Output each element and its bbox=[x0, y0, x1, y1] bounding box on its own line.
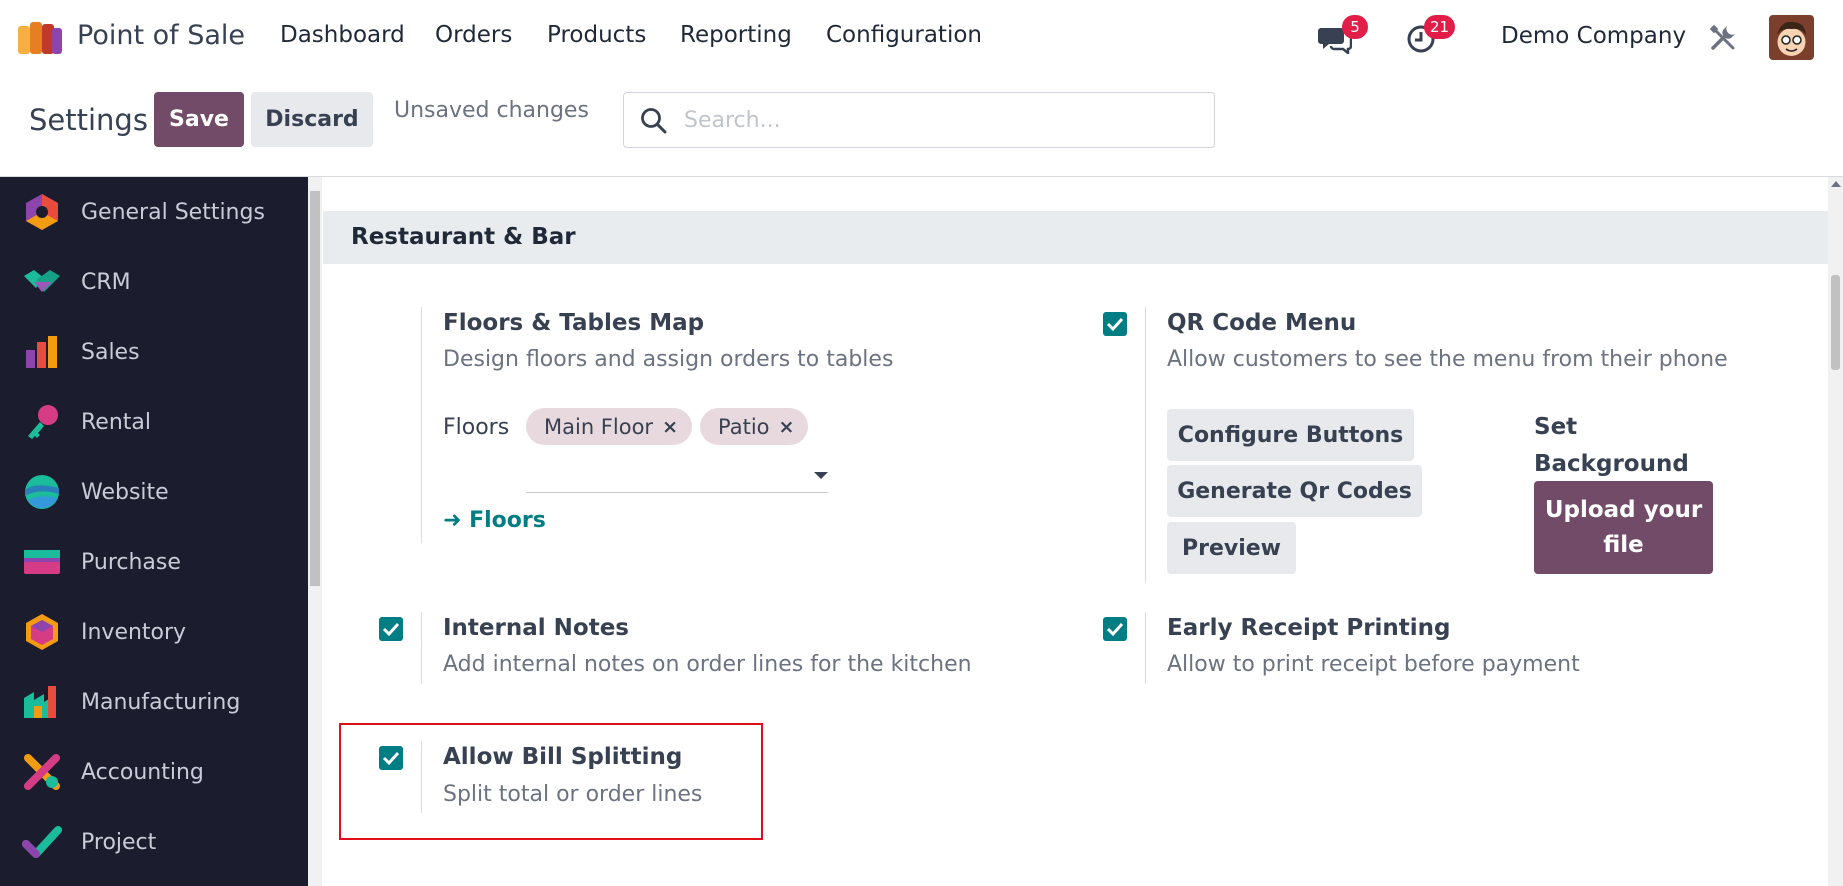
inventory-icon bbox=[26, 614, 58, 650]
sidebar-item-manufacturing[interactable]: Manufacturing bbox=[0, 672, 308, 732]
sidebar-item-general-settings[interactable]: General Settings bbox=[0, 182, 308, 242]
sidebar-item-label: Sales bbox=[81, 339, 140, 365]
arrow-right-icon: ➜ bbox=[443, 508, 470, 533]
sidebar-item-website[interactable]: Website bbox=[0, 462, 308, 522]
sidebar-item-label: Inventory bbox=[81, 619, 187, 645]
project-icon bbox=[22, 826, 62, 858]
scroll-up-icon[interactable] bbox=[1831, 181, 1841, 187]
sidebar-item-label: Project bbox=[81, 829, 157, 855]
setting-title-early-receipt: Early Receipt Printing bbox=[1167, 615, 1451, 641]
activities-badge: 21 bbox=[1424, 15, 1456, 39]
floors-label: Floors bbox=[443, 415, 510, 440]
sidebar-item-label: General Settings bbox=[81, 199, 265, 225]
tag-main-floor[interactable]: Main Floor × bbox=[526, 408, 692, 445]
crm-icon bbox=[24, 270, 60, 292]
top-navbar: Point of Sale Dashboard Orders Products … bbox=[0, 0, 1843, 75]
check-icon bbox=[1106, 317, 1124, 332]
general-settings-icon bbox=[26, 194, 58, 230]
tag-label: Patio bbox=[718, 414, 770, 439]
manufacturing-icon bbox=[24, 686, 56, 718]
qr-menu-checkbox[interactable] bbox=[1103, 312, 1127, 336]
app-name[interactable]: Point of Sale bbox=[77, 20, 245, 51]
unsaved-status: Unsaved changes bbox=[394, 98, 589, 123]
remove-tag-icon[interactable]: × bbox=[662, 416, 678, 438]
debug-tools-icon[interactable] bbox=[1709, 24, 1737, 52]
sidebar-item-sales[interactable]: Sales bbox=[0, 322, 308, 382]
remove-tag-icon[interactable]: × bbox=[779, 416, 795, 438]
menu-configuration[interactable]: Configuration bbox=[826, 22, 982, 48]
configure-buttons-button[interactable]: Configure Buttons bbox=[1167, 409, 1414, 461]
early-receipt-checkbox[interactable] bbox=[1103, 617, 1127, 641]
sidebar-item-rental[interactable]: Rental bbox=[0, 392, 308, 452]
upload-file-button[interactable]: Upload your file bbox=[1534, 481, 1713, 574]
check-icon bbox=[382, 622, 400, 637]
sidebar-item-crm[interactable]: CRM bbox=[0, 252, 308, 312]
sidebar-scrollbar[interactable] bbox=[308, 177, 322, 886]
menu-orders[interactable]: Orders bbox=[435, 22, 512, 48]
company-switcher[interactable]: Demo Company bbox=[1501, 23, 1686, 49]
search-icon bbox=[641, 108, 667, 134]
sales-icon bbox=[26, 336, 57, 368]
tag-label: Main Floor bbox=[544, 414, 654, 439]
page-title: Settings bbox=[29, 103, 148, 137]
sidebar-scrollbar-thumb[interactable] bbox=[310, 191, 320, 586]
search-box[interactable] bbox=[623, 92, 1215, 148]
sidebar-item-label: Rental bbox=[81, 409, 151, 435]
setting-divider bbox=[1145, 612, 1146, 684]
sidebar-item-project[interactable]: Project bbox=[0, 812, 308, 872]
tag-patio[interactable]: Patio × bbox=[700, 408, 809, 445]
setting-divider bbox=[421, 307, 422, 543]
content-scrollbar[interactable] bbox=[1828, 177, 1843, 886]
internal-notes-checkbox[interactable] bbox=[379, 617, 403, 641]
setting-desc-internal-notes: Add internal notes on order lines for th… bbox=[443, 652, 972, 677]
discard-button[interactable]: Discard bbox=[251, 92, 373, 147]
accounting-icon bbox=[24, 754, 60, 790]
setting-desc-floors-tables: Design floors and assign orders to table… bbox=[443, 347, 894, 372]
website-icon bbox=[25, 475, 59, 509]
menu-reporting[interactable]: Reporting bbox=[680, 22, 792, 48]
sidebar-item-purchase[interactable]: Purchase bbox=[0, 532, 308, 592]
setting-divider bbox=[1145, 307, 1146, 583]
floors-link-label: Floors bbox=[469, 508, 546, 533]
highlight-annotation-box bbox=[339, 723, 763, 840]
setting-divider bbox=[421, 612, 422, 684]
sidebar-item-accounting[interactable]: Accounting bbox=[0, 742, 308, 802]
sidebar-item-label: Website bbox=[81, 479, 169, 505]
rental-icon bbox=[28, 405, 58, 439]
chevron-down-icon[interactable] bbox=[814, 472, 828, 479]
settings-sidebar: General Settings CRM Sales Rental Websit… bbox=[0, 177, 308, 886]
save-button[interactable]: Save bbox=[154, 92, 244, 147]
setting-title-floors-tables: Floors & Tables Map bbox=[443, 310, 705, 336]
preview-button[interactable]: Preview bbox=[1167, 522, 1296, 574]
user-avatar[interactable] bbox=[1769, 15, 1814, 60]
search-input[interactable] bbox=[684, 103, 1204, 137]
setting-desc-qr-menu: Allow customers to see the menu from the… bbox=[1167, 347, 1728, 372]
setting-desc-early-receipt: Allow to print receipt before payment bbox=[1167, 652, 1580, 677]
section-header: Restaurant & Bar bbox=[323, 211, 1828, 264]
sidebar-item-label: Manufacturing bbox=[81, 689, 241, 715]
content-scrollbar-thumb[interactable] bbox=[1831, 275, 1840, 370]
setting-title-qr-menu: QR Code Menu bbox=[1167, 310, 1357, 336]
messages-badge: 5 bbox=[1342, 15, 1368, 39]
sidebar-item-label: Purchase bbox=[81, 549, 181, 575]
sidebar-item-label: Accounting bbox=[81, 759, 204, 785]
app-logo-icon[interactable] bbox=[18, 22, 64, 54]
check-icon bbox=[1106, 622, 1124, 637]
purchase-icon bbox=[24, 550, 60, 574]
section-title: Restaurant & Bar bbox=[351, 224, 576, 250]
menu-products[interactable]: Products bbox=[547, 22, 646, 48]
control-panel: Settings Save Discard Unsaved changes bbox=[0, 75, 1843, 177]
menu-dashboard[interactable]: Dashboard bbox=[280, 22, 405, 48]
sidebar-item-label: CRM bbox=[81, 269, 131, 295]
floors-link[interactable]: ➜ Floors bbox=[443, 508, 546, 533]
floors-input[interactable] bbox=[526, 492, 828, 493]
sidebar-item-inventory[interactable]: Inventory bbox=[0, 602, 308, 662]
generate-qr-codes-button[interactable]: Generate Qr Codes bbox=[1167, 465, 1422, 517]
setting-title-internal-notes: Internal Notes bbox=[443, 615, 629, 641]
